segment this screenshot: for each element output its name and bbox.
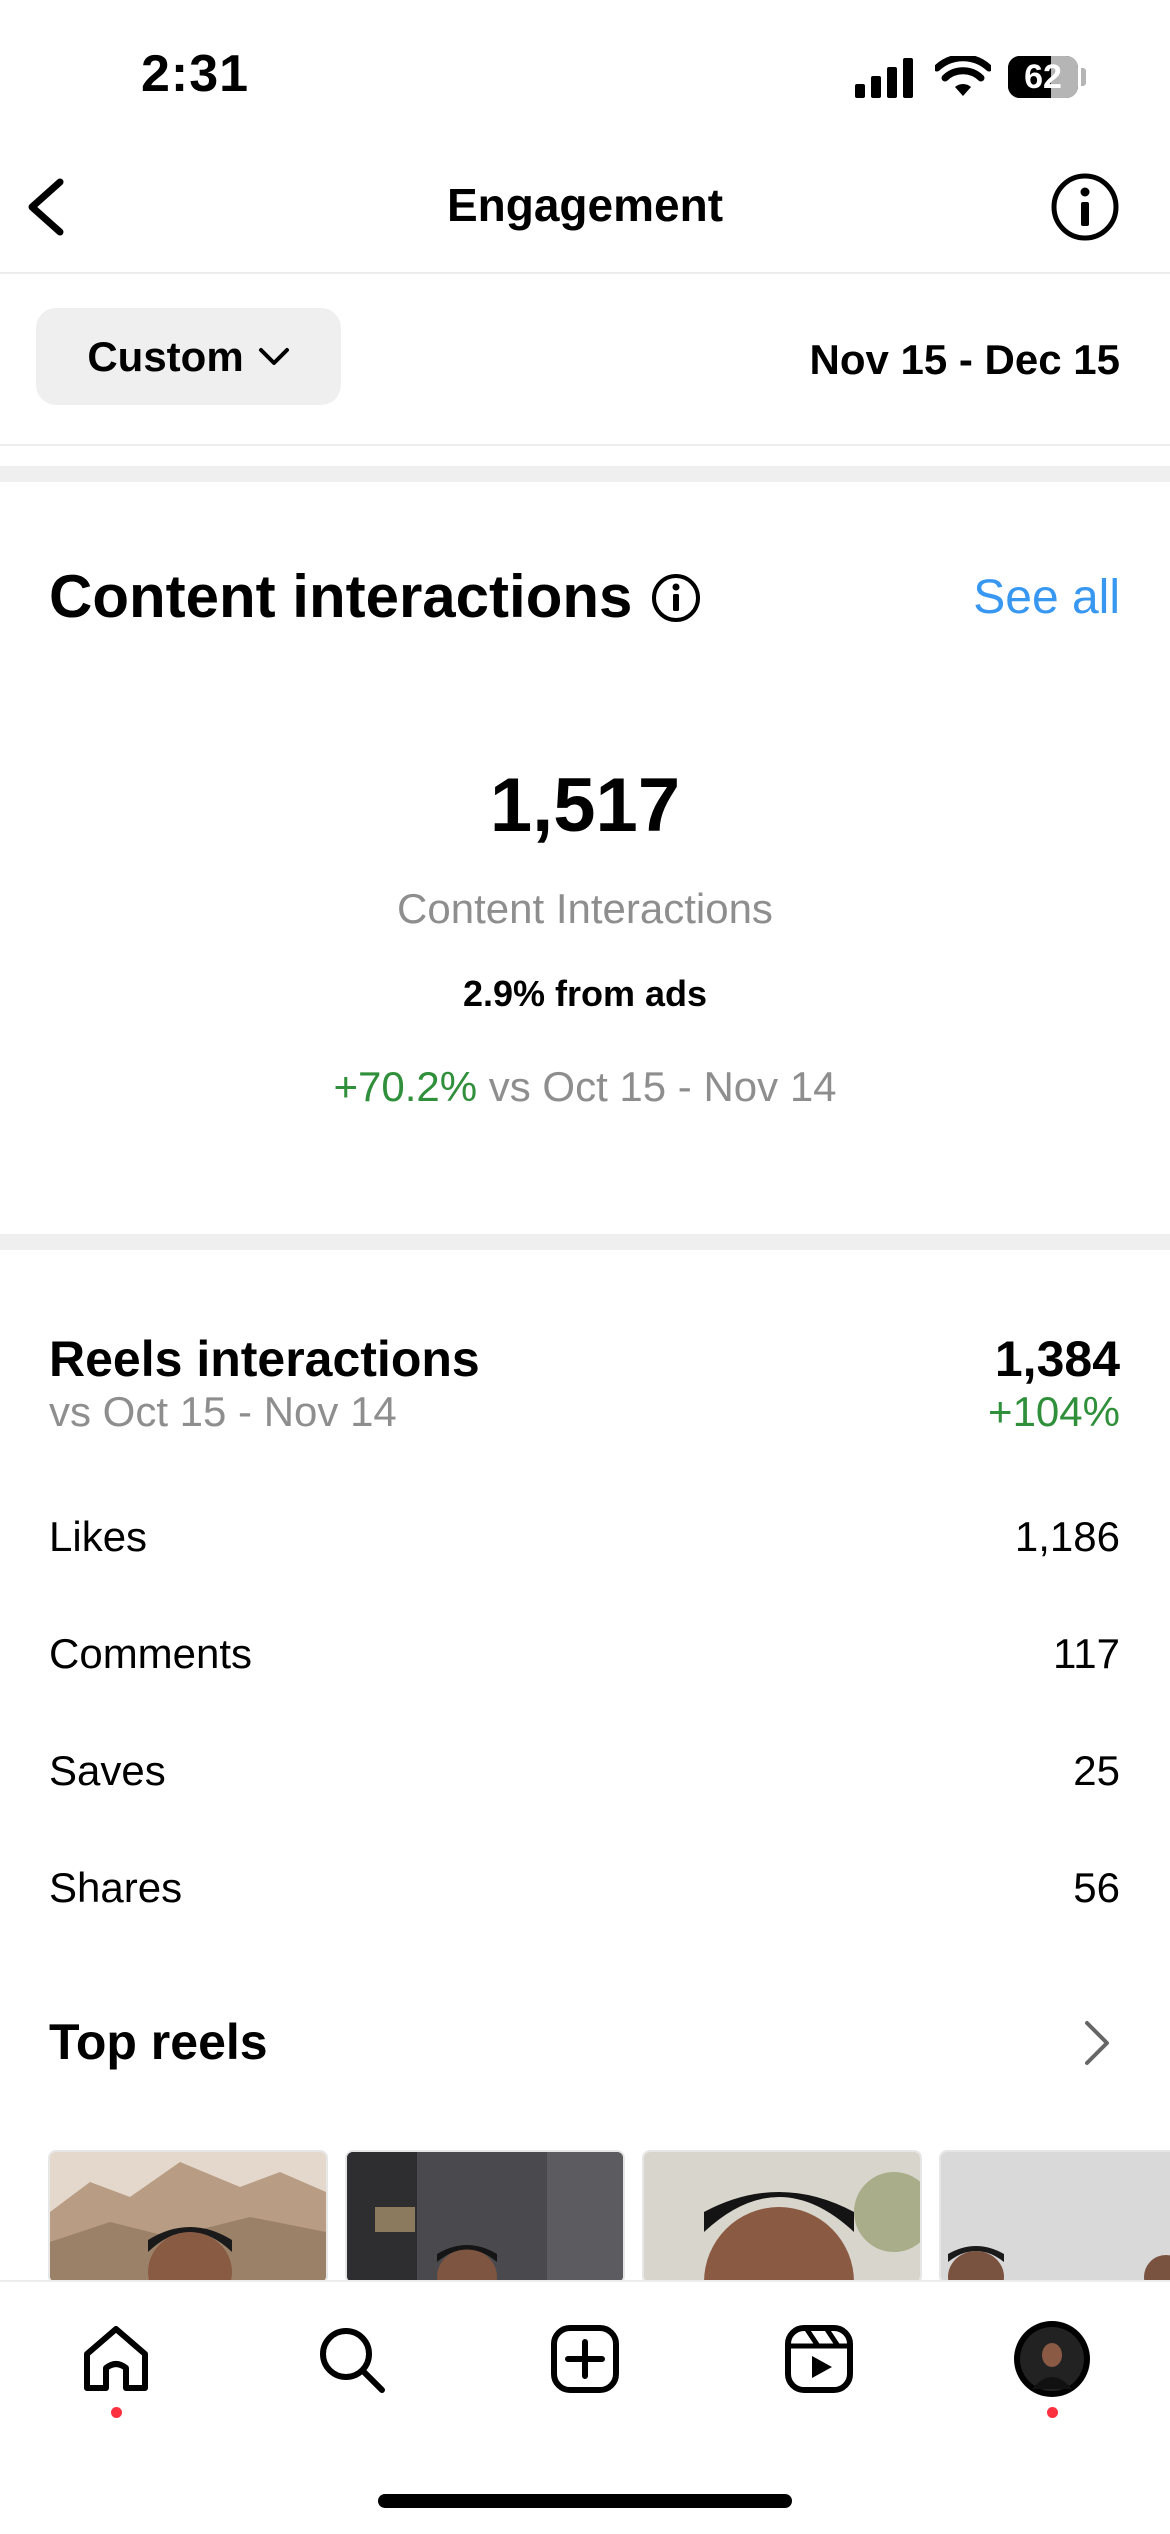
battery-nub [1081,68,1086,86]
reel-thumbnail[interactable] [345,2150,625,2284]
metric-label-saves: Saves [49,1747,166,1794]
ads-share: 2.9% from ads [462,973,708,1014]
info-icon[interactable] [1050,172,1120,242]
tab-create[interactable] [545,2319,625,2399]
metric-label-shares: Shares [49,1864,183,1911]
metric-label-likes: Likes [49,1513,148,1560]
battery-percent: 62 [1024,58,1062,96]
content-interactions-change: +70.2% [333,1063,478,1110]
tab-home[interactable] [76,2319,156,2399]
reels-interactions-change: +104% [988,1388,1120,1435]
metric-value-likes: 1,186 [1014,1513,1120,1560]
metric-value-shares: 56 [1073,1864,1120,1911]
notification-dot [111,2407,122,2418]
status-time: 2:31 [141,45,250,103]
see-all-link[interactable]: See all [973,570,1120,625]
metric-label-comments: Comments [49,1630,253,1677]
chevron-right-icon[interactable] [1082,2018,1112,2068]
reels-icon [785,2325,853,2393]
content-interactions-comparison: +70.2% vs Oct 15 - Nov 14 [0,1063,1170,1111]
notification-dot [1047,2407,1058,2418]
profile-avatar [1014,2321,1090,2397]
comparison-period: vs Oct 15 - Nov 14 [488,1063,837,1110]
reels-interactions-total: 1,384 [994,1331,1120,1387]
chevron-down-icon [258,347,289,365]
battery-indicator: 62 [1008,56,1078,98]
info-icon[interactable] [650,572,702,624]
section-separator [0,1234,1170,1250]
reel-thumbnail[interactable] [939,2150,1170,2284]
section-title-content-interactions: Content interactions [49,563,633,630]
period-dropdown-label: Custom [87,332,244,380]
content-interactions-label: Content Interactions [397,885,773,932]
page-title: Engagement [446,179,724,231]
section-separator [0,466,1170,482]
wifi-icon [935,56,991,96]
tab-profile[interactable] [1012,2319,1092,2399]
reels-interactions-title: Reels interactions [49,1331,480,1387]
reels-interactions-comparison: vs Oct 15 - Nov 14 [49,1388,397,1435]
content-interactions-total: 1,517 [489,763,681,848]
metric-value-comments: 117 [1053,1630,1120,1677]
cellular-signal-icon [855,58,913,98]
tab-search[interactable] [311,2319,391,2399]
tab-reels[interactable] [779,2319,859,2399]
home-icon [84,2326,148,2391]
period-dropdown-button[interactable]: Custom [36,308,341,405]
filter-divider [0,444,1170,446]
home-indicator [378,2494,792,2508]
reel-thumbnail[interactable] [642,2150,922,2284]
top-reels-title[interactable]: Top reels [49,2013,268,2071]
header-divider [0,272,1170,274]
create-icon [551,2325,619,2393]
metric-value-saves: 25 [1073,1747,1120,1794]
date-range: Nov 15 - Dec 15 [809,336,1121,383]
reel-thumbnail[interactable] [48,2150,328,2284]
search-icon [320,2328,385,2393]
